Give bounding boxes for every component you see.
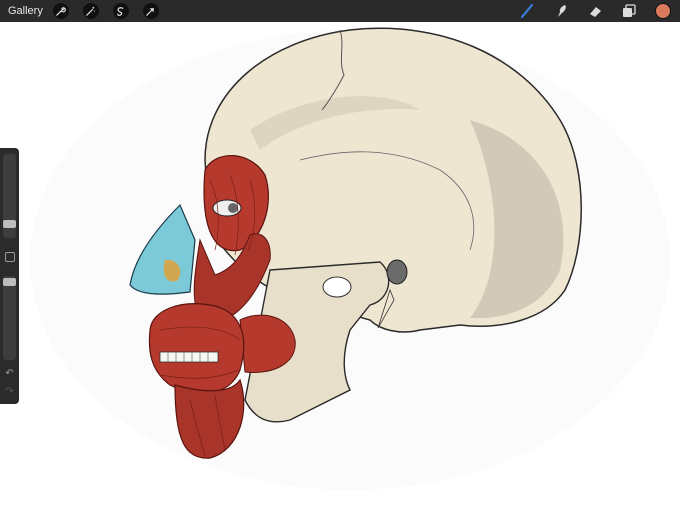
magic-wand-icon: [86, 6, 96, 16]
drawing-canvas[interactable]: [0, 22, 680, 510]
selection-icon: [117, 6, 124, 16]
adjustments-button[interactable]: [82, 3, 99, 19]
layers-button[interactable]: [620, 2, 638, 20]
transform-button[interactable]: [142, 3, 159, 19]
layers-icon: [623, 4, 636, 17]
transform-arrow-icon: [146, 7, 155, 16]
brush-icon: [520, 3, 534, 19]
selection-button[interactable]: [112, 3, 129, 19]
smudge-icon: [558, 5, 566, 17]
brush-tool-button[interactable]: [518, 2, 536, 20]
color-picker-button[interactable]: [654, 2, 672, 20]
current-color-swatch: [655, 3, 671, 19]
gallery-button[interactable]: Gallery: [8, 5, 43, 17]
skull-muscle-illustration: [30, 27, 670, 490]
smudge-tool-button[interactable]: [552, 2, 570, 20]
wrench-icon: [56, 6, 67, 16]
right-tool-group: [502, 0, 672, 22]
eraser-tool-button[interactable]: [586, 2, 604, 20]
top-toolbar: Gallery: [0, 0, 680, 22]
actions-button[interactable]: [52, 3, 69, 19]
orbicularis-oris: [148, 303, 245, 394]
eraser-icon: [590, 7, 601, 17]
